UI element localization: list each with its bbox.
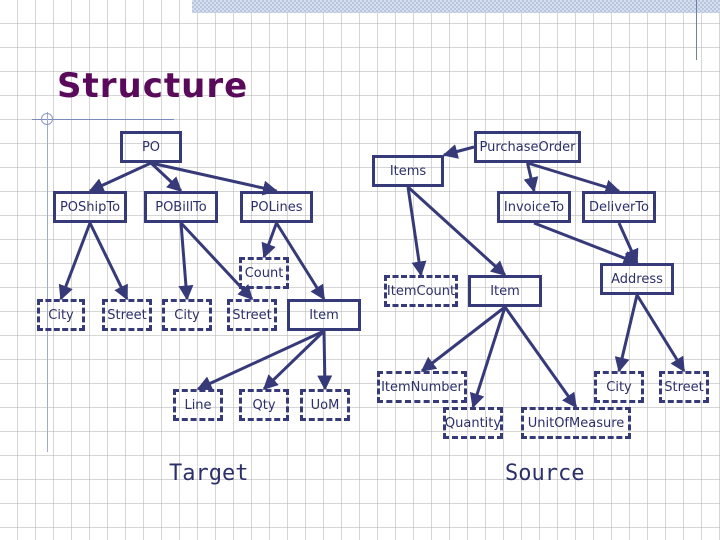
node-label: Items [389, 163, 427, 179]
node-source-deliverto: DeliverTo [582, 191, 656, 223]
node-label: POShipTo [59, 199, 121, 215]
node-target-po: PO [120, 131, 182, 163]
node-target-uom: UoM [300, 389, 350, 421]
node-source-unitofmeasure: UnitOfMeasure [521, 407, 631, 439]
node-label: Line [184, 397, 212, 413]
edge-target-po-to-poshipto [88, 161, 152, 193]
node-label: Street [107, 307, 147, 323]
node-source-items: Items [372, 155, 444, 187]
node-label: Item [309, 307, 339, 323]
node-source-street: Street [659, 371, 709, 403]
node-label: City [48, 307, 74, 323]
node-label: DeliverTo [589, 199, 649, 215]
node-target-shipto-city: City [37, 299, 85, 331]
edge-target-polines-to-count [261, 222, 278, 259]
node-target-item: Item [287, 299, 361, 331]
node-label: Item [490, 283, 520, 299]
node-label: Quantity [444, 415, 502, 431]
node-label: Street [664, 379, 704, 395]
node-target-billto-city: City [162, 299, 212, 331]
node-label: ItemCount [386, 283, 456, 299]
node-target-poshipto: POShipTo [53, 191, 127, 223]
edge-target-item-to-qty [262, 329, 326, 391]
node-label: POBillTo [155, 199, 207, 215]
source-caption: Source [505, 461, 585, 486]
node-label: City [174, 307, 200, 323]
node-target-pobillto: POBillTo [144, 191, 218, 223]
edge-target-poshipto-to-shipto_city [58, 222, 92, 301]
node-target-polines: POLines [240, 191, 313, 223]
node-label: Address [611, 271, 663, 287]
node-target-qty: Qty [239, 389, 289, 421]
edge-source-address-to-city [614, 294, 639, 373]
node-label: Qty [252, 397, 276, 413]
edge-source-item-to-unitofmeasure [503, 306, 578, 409]
node-label: Street [232, 307, 272, 323]
edge-source-address-to-street [635, 294, 686, 373]
node-source-itemcount: ItemCount [384, 275, 458, 307]
node-source-purchaseorder: PurchaseOrder [474, 131, 581, 163]
node-label: City [606, 379, 632, 395]
target-caption: Target [169, 461, 249, 486]
edge-source-item-to-quantity [469, 306, 507, 409]
node-label: Count [244, 265, 284, 281]
edge-source-purchaseorder-to-invoiceto [523, 162, 539, 193]
node-target-count: Count [239, 257, 289, 289]
edge-target-item-to-uom [317, 330, 333, 391]
node-source-address: Address [600, 263, 674, 295]
node-source-quantity: Quantity [443, 407, 503, 439]
node-label: UoM [310, 397, 340, 413]
edge-source-item-to-itemnumber [420, 305, 506, 373]
edge-source-purchaseorder-to-deliverto [527, 161, 621, 195]
node-label: InvoiceTo [503, 199, 565, 215]
node-source-itemnumber: ItemNumber [377, 371, 467, 403]
node-label: PurchaseOrder [479, 139, 576, 155]
edge-target-poshipto-to-shipto_street [88, 222, 129, 301]
node-label: PO [141, 139, 161, 155]
node-label: UnitOfMeasure [527, 415, 625, 431]
node-target-line: Line [173, 389, 223, 421]
node-label: ItemNumber [381, 379, 463, 395]
edge-source-items-to-itemcount [406, 186, 427, 277]
node-source-invoiceto: InvoiceTo [497, 191, 571, 223]
edge-source-items-to-item [406, 185, 507, 277]
node-label: POLines [250, 199, 303, 215]
node-target-billto-street: Street [227, 299, 277, 331]
edge-target-item-to-line [196, 329, 325, 391]
edge-target-po-to-polines [150, 161, 278, 196]
node-target-shipto-street: Street [102, 299, 152, 331]
node-source-item: Item [468, 275, 542, 307]
node-source-city: City [594, 371, 644, 403]
edge-source-purchaseorder-to-items [442, 144, 475, 159]
edge-target-pobillto-to-billto_city [178, 222, 194, 301]
